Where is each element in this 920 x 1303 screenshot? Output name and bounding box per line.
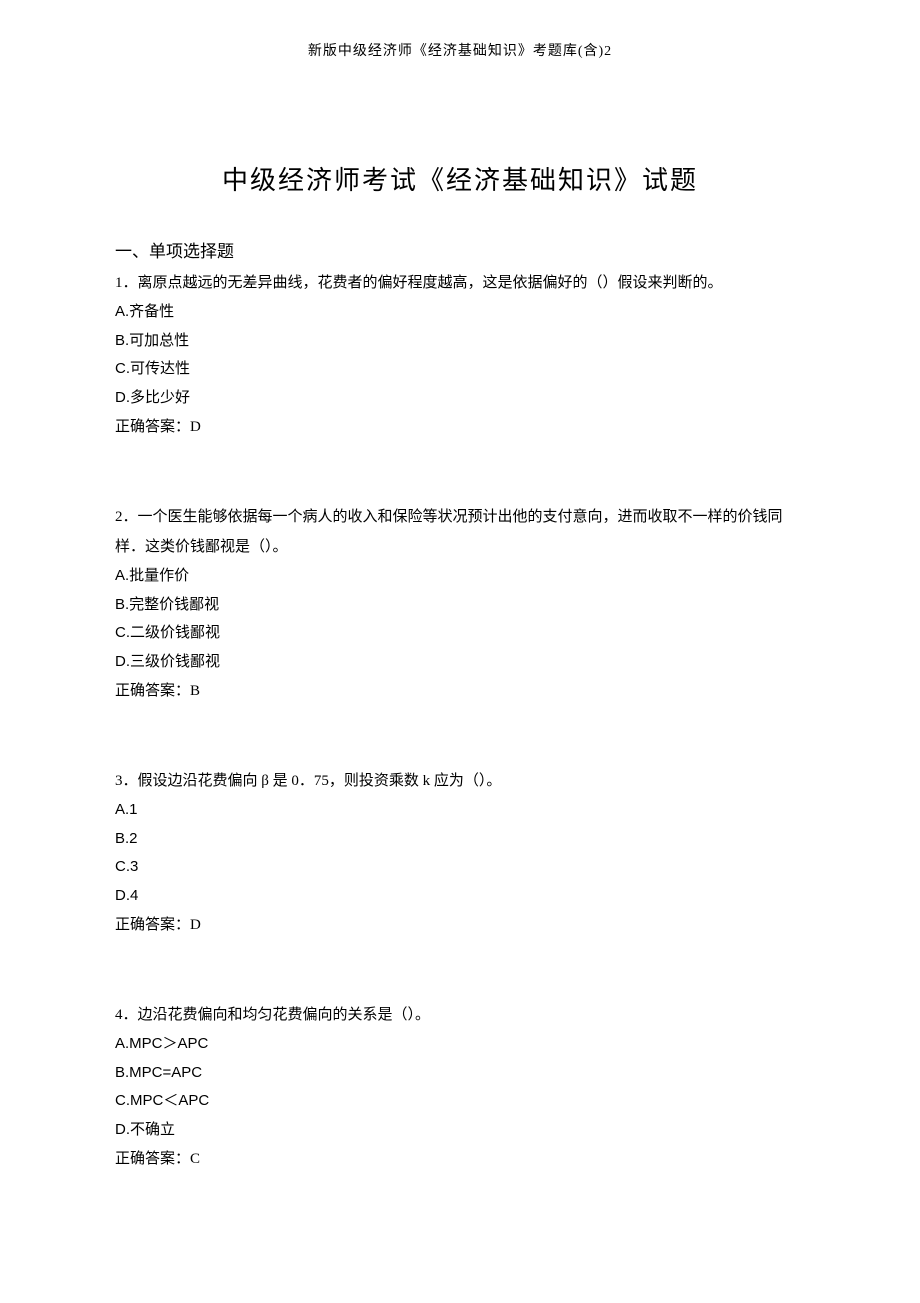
question-option: A.MPC＞APC	[115, 1030, 805, 1059]
question-option: D.4	[115, 882, 805, 911]
question-answer: 正确答案：D	[115, 910, 805, 940]
question-text: 4．边沿花费偏向和均匀花费偏向的关系是（）。	[115, 1000, 805, 1030]
question-block: 1．离原点越远的无差异曲线，花费者的偏好程度越高，这是依据偏好的（）假设来判断的…	[115, 268, 805, 442]
question-option: D.多比少好	[115, 384, 805, 413]
question-answer: 正确答案：B	[115, 676, 805, 706]
question-option: C.可传达性	[115, 355, 805, 384]
question-option: B.MPC=APC	[115, 1059, 805, 1088]
question-block: 3．假设边沿花费偏向 β 是 0．75，则投资乘数 k 应为（）。 A.1 B.…	[115, 766, 805, 940]
question-text: 1．离原点越远的无差异曲线，花费者的偏好程度越高，这是依据偏好的（）假设来判断的…	[115, 268, 805, 298]
question-option: B.2	[115, 825, 805, 854]
question-answer: 正确答案：D	[115, 412, 805, 442]
question-option: A.批量作价	[115, 562, 805, 591]
document-title: 中级经济师考试《经济基础知识》试题	[115, 160, 805, 197]
question-option: B.完整价钱鄙视	[115, 591, 805, 620]
question-option: D.不确立	[115, 1116, 805, 1145]
question-option: D.三级价钱鄙视	[115, 648, 805, 677]
question-option: C.MPC＜APC	[115, 1087, 805, 1116]
question-text: 3．假设边沿花费偏向 β 是 0．75，则投资乘数 k 应为（）。	[115, 766, 805, 796]
section-heading: 一、单项选择题	[115, 237, 805, 262]
document-page: 新版中级经济师《经济基础知识》考题库(含)2 中级经济师考试《经济基础知识》试题…	[0, 0, 920, 1254]
question-option: B.可加总性	[115, 327, 805, 356]
page-header: 新版中级经济师《经济基础知识》考题库(含)2	[115, 40, 805, 60]
question-option: C.二级价钱鄙视	[115, 619, 805, 648]
question-option: A.1	[115, 796, 805, 825]
question-answer: 正确答案：C	[115, 1144, 805, 1174]
question-block: 4．边沿花费偏向和均匀花费偏向的关系是（）。 A.MPC＞APC B.MPC=A…	[115, 1000, 805, 1174]
question-block: 2．一个医生能够依据每一个病人的收入和保险等状况预计出他的支付意向，进而收取不一…	[115, 502, 805, 706]
question-option: A.齐备性	[115, 298, 805, 327]
question-option: C.3	[115, 853, 805, 882]
question-text: 2．一个医生能够依据每一个病人的收入和保险等状况预计出他的支付意向，进而收取不一…	[115, 502, 805, 562]
